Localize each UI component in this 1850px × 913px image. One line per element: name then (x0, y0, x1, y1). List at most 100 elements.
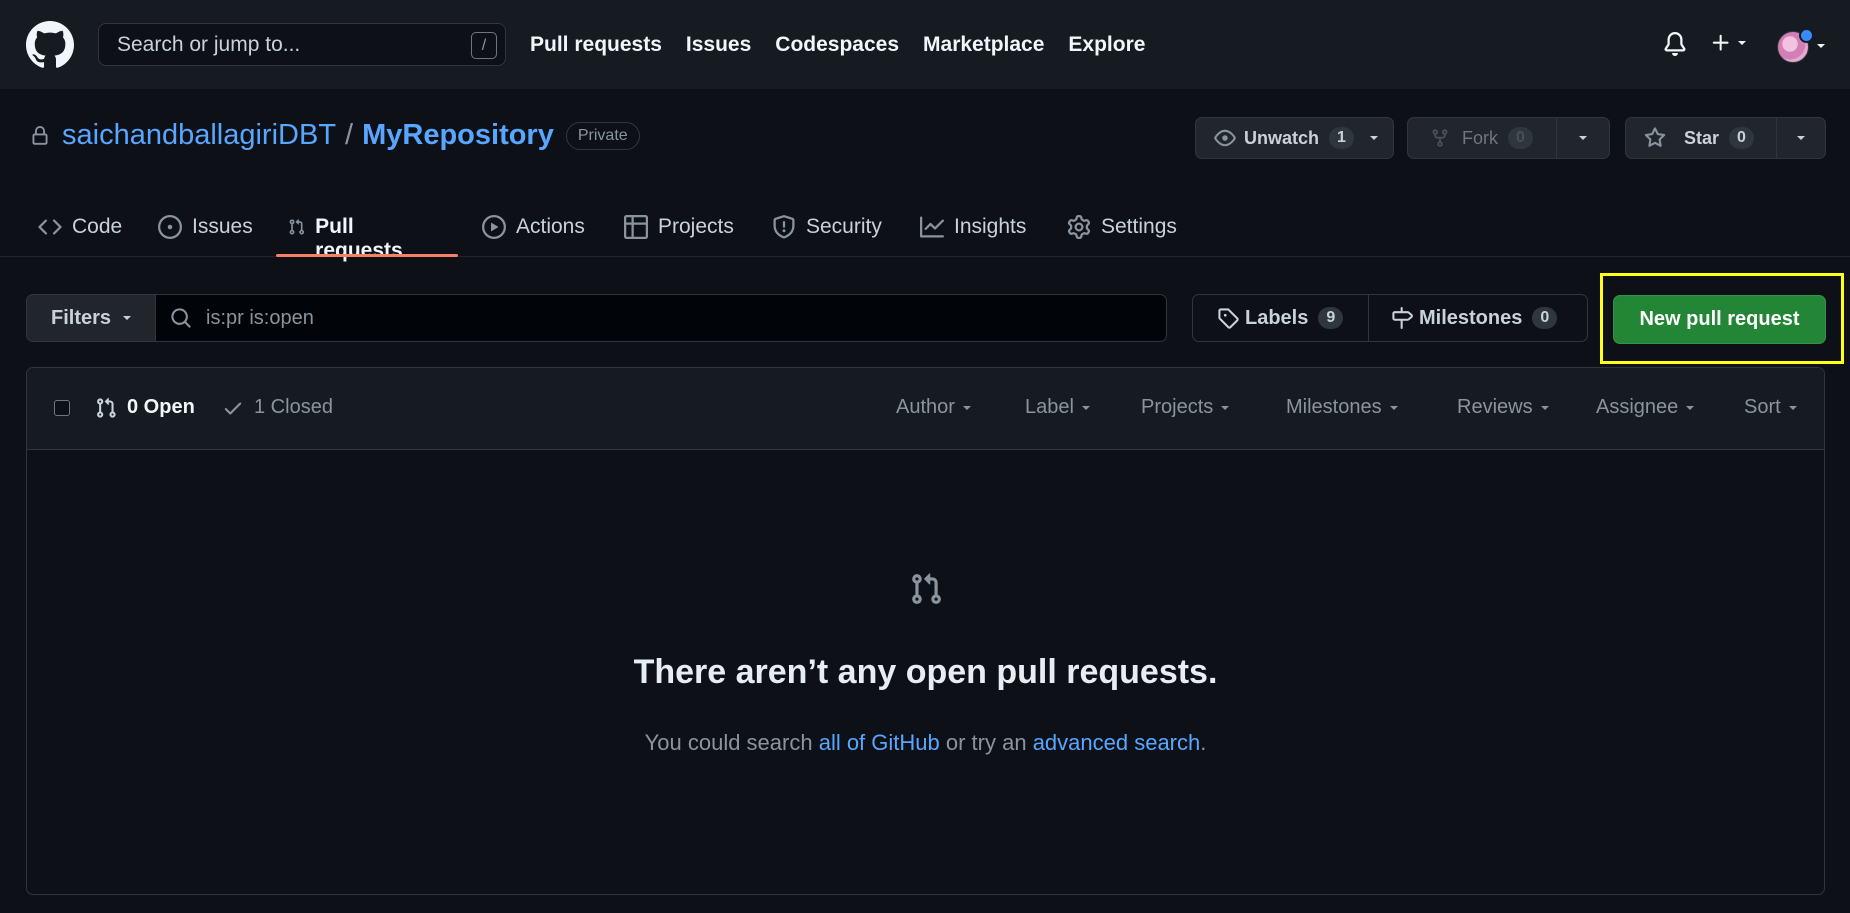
caret-down-icon (1221, 405, 1230, 410)
fork-dropdown-button[interactable] (1556, 117, 1610, 159)
closed-count-label: 1 Closed (254, 396, 333, 418)
milestones-button[interactable]: Milestones 0 (1368, 294, 1588, 342)
global-nav: Pull requests Issues Codespaces Marketpl… (530, 0, 1145, 89)
global-search-input[interactable]: Search or jump to... / (98, 23, 506, 66)
labels-count: 9 (1318, 307, 1344, 329)
author-filter-dropdown[interactable]: Author (896, 396, 973, 419)
star-label: Star (1684, 127, 1720, 148)
milestones-label: Milestones (1419, 306, 1523, 329)
reviews-filter-label: Reviews (1457, 396, 1533, 418)
tab-pull-requests[interactable]: Pull requests (288, 199, 410, 262)
unwatch-label: Unwatch (1244, 127, 1320, 148)
repo-breadcrumb: saichandballagiriDBT / MyRepository Priv… (30, 119, 640, 152)
tab-projects[interactable]: Projects (624, 199, 734, 257)
caret-down-icon (1686, 405, 1695, 410)
visibility-badge: Private (565, 121, 640, 150)
caret-down-icon (962, 405, 971, 410)
repo-forked-icon (1432, 129, 1448, 147)
repo-owner-link[interactable]: saichandballagiriDBT (62, 119, 336, 152)
git-pull-request-icon (912, 573, 941, 604)
empty-text-after: . (1200, 730, 1207, 755)
tab-settings[interactable]: Settings (1067, 199, 1177, 257)
active-tab-underline (276, 254, 458, 257)
caret-down-icon (1540, 405, 1549, 410)
projects-filter-dropdown[interactable]: Projects (1141, 396, 1231, 419)
unwatch-button[interactable]: Unwatch 1 (1195, 117, 1394, 159)
label-filter-dropdown[interactable]: Label (1025, 396, 1092, 419)
new-pull-request-button[interactable]: New pull request (1613, 295, 1826, 344)
status-dot (1799, 28, 1814, 43)
star-count: 0 (1729, 127, 1754, 149)
global-nav-pull-requests[interactable]: Pull requests (530, 33, 662, 57)
tab-security-label: Security (806, 215, 882, 238)
author-filter-label: Author (896, 396, 955, 418)
tab-issues[interactable]: Issues (158, 199, 253, 257)
assignee-filter-dropdown[interactable]: Assignee (1596, 396, 1696, 419)
github-logo-icon[interactable] (26, 21, 74, 69)
repo-name-link[interactable]: MyRepository (362, 119, 554, 152)
global-nav-explore[interactable]: Explore (1068, 33, 1145, 57)
git-pull-request-icon (289, 219, 305, 235)
plus-icon (1712, 34, 1729, 51)
tab-projects-label: Projects (658, 215, 734, 238)
avatar-caret-down-icon[interactable] (1815, 40, 1827, 52)
tab-code-label: Code (72, 215, 123, 238)
projects-filter-label: Projects (1141, 396, 1214, 418)
select-all-checkbox[interactable] (54, 400, 70, 416)
reviews-filter-dropdown[interactable]: Reviews (1457, 396, 1551, 419)
check-icon (224, 402, 242, 415)
star-button[interactable]: Star 0 (1625, 117, 1777, 159)
tab-actions-label: Actions (516, 215, 585, 238)
fork-label: Fork (1462, 127, 1498, 148)
milestones-count: 0 (1532, 307, 1558, 329)
star-icon (1644, 127, 1666, 147)
milestones-filter-dropdown[interactable]: Milestones (1286, 396, 1400, 419)
milestone-icon (1392, 307, 1413, 329)
labels-label: Labels (1245, 306, 1309, 329)
sort-dropdown[interactable]: Sort (1744, 396, 1799, 419)
caret-down-icon (1797, 136, 1805, 140)
gear-icon (1067, 215, 1091, 239)
git-pull-request-icon (97, 397, 116, 418)
caret-down-icon (1738, 41, 1746, 45)
caret-down-icon (1389, 405, 1398, 410)
caret-down-icon (1788, 405, 1797, 410)
star-dropdown-button[interactable] (1776, 117, 1826, 159)
milestones-filter-label: Milestones (1286, 396, 1382, 418)
search-icon (171, 308, 191, 328)
open-filter-link[interactable]: 0 Open (95, 396, 195, 419)
create-new-dropdown[interactable] (1710, 32, 1748, 54)
closed-filter-link[interactable]: 1 Closed (222, 396, 333, 419)
global-nav-codespaces[interactable]: Codespaces (775, 33, 899, 57)
global-header: Search or jump to... / Pull requests Iss… (0, 0, 1850, 89)
tab-insights[interactable]: Insights (920, 199, 1026, 257)
global-nav-marketplace[interactable]: Marketplace (923, 33, 1044, 57)
tag-icon (1218, 308, 1239, 329)
empty-state: There aren’t any open pull requests. You… (27, 450, 1824, 894)
tab-code[interactable]: Code (38, 199, 122, 257)
tab-actions[interactable]: Actions (482, 199, 585, 257)
list-header: 0 Open 1 Closed Author Label Projects Mi… (27, 368, 1824, 450)
tab-issues-label: Issues (192, 215, 253, 238)
empty-state-text: You could search all of GitHub or try an… (27, 730, 1824, 756)
repo-header: saichandballagiriDBT / MyRepository Priv… (0, 89, 1850, 262)
assignee-filter-label: Assignee (1596, 396, 1679, 418)
filters-dropdown-button[interactable]: Filters (26, 294, 156, 342)
caret-down-icon (1081, 405, 1090, 410)
label-filter-label: Label (1025, 396, 1074, 418)
all-of-github-link[interactable]: all of GitHub (819, 730, 940, 755)
repo-separator: / (345, 119, 354, 151)
watch-count: 1 (1329, 127, 1354, 149)
eye-icon (1214, 129, 1236, 147)
issue-opened-icon (158, 215, 182, 239)
tab-security[interactable]: Security (772, 199, 882, 257)
empty-text-before: You could search (644, 730, 819, 755)
search-shortcut-key: / (471, 32, 497, 59)
filters-label: Filters (51, 306, 112, 329)
fork-count: 0 (1508, 127, 1533, 149)
filter-search-input[interactable]: is:pr is:open (155, 294, 1167, 342)
advanced-search-link[interactable]: advanced search (1033, 730, 1201, 755)
labels-button[interactable]: Labels 9 (1192, 294, 1369, 342)
global-nav-issues[interactable]: Issues (686, 33, 751, 57)
notification-bell-icon[interactable] (1663, 32, 1687, 56)
